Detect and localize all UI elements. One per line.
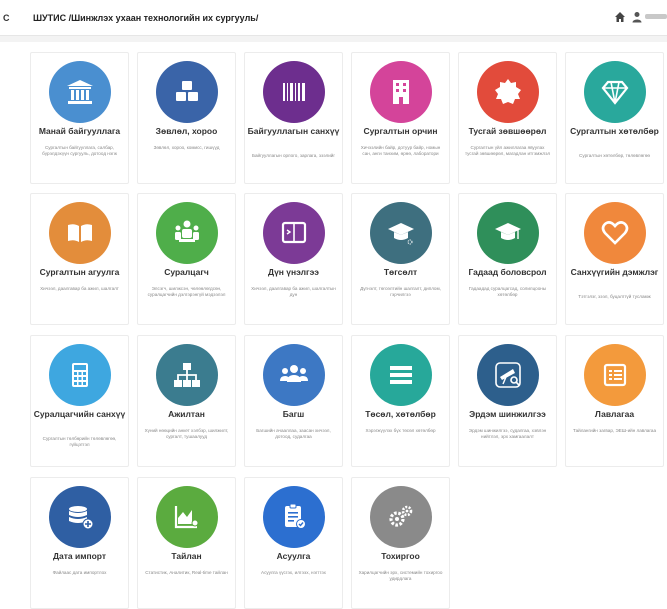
badge-icon [477,61,539,123]
tile-title: Зөвлөл, хороо [155,126,218,136]
tile-title: Багш [282,409,305,419]
tile-desc: Хичээл, даалгавар ба ажил, шалгалтын дүн [251,286,336,297]
tile-baiguullagyn-sankhuu[interactable]: Байгууллагын санхүү Байгууллагын орлого,… [244,52,343,184]
tile-title: Манай байгууллага [38,126,121,136]
tile-desc: Сургалтын байгууллага, салбар, бүрэлдэхү… [42,145,117,156]
tile-title: Тохиргоо [381,551,420,561]
building-icon [370,61,432,123]
tile-lavlagaa[interactable]: Лавлагаа Тайлангийн загвар, ЭЕШ-ийн лавл… [565,335,664,467]
survey-icon [263,486,325,548]
tile-title: Сургалтын хөтөлбөр [570,126,659,136]
sidebar-toggle[interactable]: С [3,13,10,23]
gradebook-icon [263,202,325,264]
tile-desc: Хичээл, даалгавар ба ажил, шалгалт [40,286,119,291]
tile-title: Суралцагч [164,267,209,277]
tile-desc: Эрдэм шинжилгээ, судалгаа, хэвлэн нийтлэ… [468,428,547,439]
cubes-icon [156,61,218,123]
tile-desc: Хэрэгжүүлэх бүх төсөл хөтөлбөр [365,428,436,433]
tile-title: Тусгай зөвшөөрөл [468,126,547,136]
tile-desc: Сургалтын үйл ажиллагаа явуулах тусгай з… [465,145,551,156]
tile-surgaltyn-orchin[interactable]: Сургалтын орчин Хичээлийн байр, дотуур б… [351,52,450,184]
org-chart-icon [156,344,218,406]
tile-erdem-shinzhilgee[interactable]: Эрдэм шинжилгээ Эрдэм шинжилгээ, судалга… [458,335,557,467]
tile-desc: Байгууллагын орлого, зарлага, зээлийг [251,153,336,158]
database-icon [49,486,111,548]
tile-suraltsagchiin-sankhuu[interactable]: Суралцагчийн санхүү Сургалтын төлбөрийн … [30,335,129,467]
tile-title: Байгууллагын санхүү [247,126,340,136]
tile-manai-baiguullaga[interactable]: Манай байгууллага Сургалтын байгууллага,… [30,52,129,184]
tile-title: Дүн үнэлгээ [268,267,319,277]
tile-desc: Файлаас дата импортлох [52,570,107,575]
page-title: ШУТИС /Шинжлэх ухаан технологийн их сург… [33,13,259,23]
mortarboard-icon [477,202,539,264]
sub-toolbar [0,36,667,42]
institution-icon [49,61,111,123]
book-open-icon [49,202,111,264]
tile-tusgai-zuvshuurul[interactable]: Тусгай зөвшөөрөл Сургалтын үйл ажиллагаа… [458,52,557,184]
tile-desc: Хүний нөөцийн анкет хэлбэр, шилжилт, сур… [144,428,229,439]
graduation-cap-icon [370,202,432,264]
tile-title: Дата импорт [52,551,107,561]
tile-title: Лавлагаа [594,409,635,419]
tile-tailan[interactable]: Тайлан Статистик, Аналитик, Real-time та… [137,477,236,609]
tile-desc: Сургалтын төлбөрийн төлөвлөгөө, гүйцэтгэ… [42,436,117,447]
tile-desc: Статистик, Аналитик, Real-time тайлан [145,570,228,575]
reference-icon [584,344,646,406]
tile-desc: Тэтгэлэг, зээл, буцалтгүй тусламж [578,294,651,299]
calculator-icon [49,344,111,406]
tile-title: Эрдэм шинжилгээ [469,409,546,419]
barcode-icon [263,61,325,123]
tile-suraltsagch[interactable]: Суралцагч Элсэгч, шилжсэн, чөлөөлөгдсөн,… [137,193,236,325]
tile-tusul-khutulbur[interactable]: Төсөл, хөтөлбөр Хэрэгжүүлэх бүх төсөл хө… [351,335,450,467]
home-icon[interactable] [614,11,626,23]
tile-desc: Зөвлөл, хороо, комисс, гишүүд [153,145,220,150]
tile-desc: Хичээлийн байр, дотуур байр, номын сан, … [360,145,441,156]
tile-desc: Харилцагчийн эрх, системийн тохиргоо уди… [358,570,443,581]
tile-title: Сургалтын агуулга [39,267,120,277]
tile-gadaad-bolovsrol[interactable]: Гадаад боловсрол Гадаадад суралцагсад, с… [458,193,557,325]
tile-desc: Сургалтын хөтөлбөр, төлөвлөгөө [579,153,650,158]
tile-title: Суралцагчийн санхүү [33,409,126,419]
top-bar: С ШУТИС /Шинжлэх ухаан технологийн их су… [0,0,667,36]
tile-desc: Багшийн ачааллаа, заасан хичээл, дотоод,… [256,428,331,439]
users-icon [263,344,325,406]
list-icon [370,344,432,406]
tile-title: Төгсөлт [383,267,418,277]
tile-desc: Гадаадад суралцагсад, солилцооны хөтөлбө… [468,286,547,297]
telescope-icon [477,344,539,406]
tile-title: Тайлан [171,551,202,561]
tile-tugsult[interactable]: Төгсөлт Дүгнэлт, төгсөлтийн шалгалт, дип… [351,193,450,325]
tile-title: Гадаад боловсрол [468,267,547,277]
tile-zuvlul-khoroo[interactable]: Зөвлөл, хороо Зөвлөл, хороо, комисс, гиш… [137,52,236,184]
tile-surgaltyn-khutulbur[interactable]: Сургалтын хөтөлбөр Сургалтын хөтөлбөр, т… [565,52,664,184]
tile-desc: Тайлангийн загвар, ЭЕШ-ийн лавлагаа [572,428,657,433]
user-name[interactable] [645,14,667,19]
tile-desc: Дүгнэлт, төгсөлтийн шалгалт, диплом, гэр… [360,286,441,297]
tile-azhiltan[interactable]: Ажилтан Хүний нөөцийн анкет хэлбэр, шилж… [137,335,236,467]
tile-surgaltyn-aguulga[interactable]: Сургалтын агуулга Хичээл, даалгавар ба а… [30,193,129,325]
tile-dun-unelgee[interactable]: Дүн үнэлгээ Хичээл, даалгавар ба ажил, ш… [244,193,343,325]
diamond-icon [584,61,646,123]
tile-asuulga[interactable]: Асуулга Асуулга үүсгэх, илгээх, нэгтгэх [244,477,343,609]
students-icon [156,202,218,264]
tile-title: Ажилтан [168,409,205,419]
tile-sankhuugiin-demzhlag[interactable]: Санхүүгийн дэмжлэг Тэтгэлэг, зээл, буцал… [565,193,664,325]
tile-tokhirgoo[interactable]: Тохиргоо Харилцагчийн эрх, системийн тох… [351,477,450,609]
heart-icon [584,202,646,264]
tile-desc: Элсэгч, шилжсэн, чөлөөлөгдсөн, суралцагч… [147,286,226,297]
tile-desc: Асуулга үүсгэх, илгээх, нэгтгэх [261,570,326,575]
tile-bagsh[interactable]: Багш Багшийн ачааллаа, заасан хичээл, до… [244,335,343,467]
tile-data-import[interactable]: Дата импорт Файлаас дата импортлох [30,477,129,609]
tile-title: Асуулга [276,551,311,561]
tile-title: Сургалтын орчин [363,126,438,136]
tile-title: Төсөл, хөтөлбөр [365,409,436,419]
chart-icon [156,486,218,548]
tile-title: Санхүүгийн дэмжлэг [570,267,659,277]
gears-icon [370,486,432,548]
user-icon[interactable] [632,11,642,23]
